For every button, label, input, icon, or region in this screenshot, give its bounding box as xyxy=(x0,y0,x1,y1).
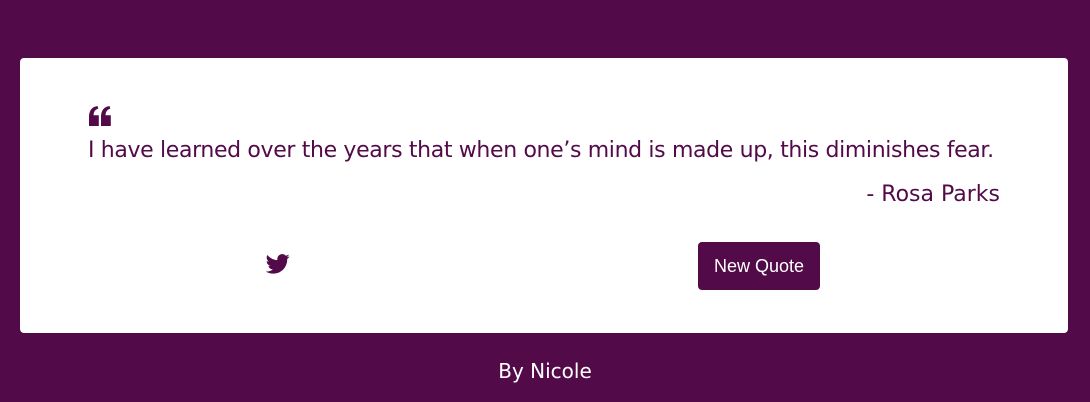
new-quote-button[interactable]: New Quote xyxy=(698,242,820,290)
quote-box: I have learned over the years that when … xyxy=(20,58,1068,333)
tweet-quote-button[interactable] xyxy=(265,253,290,275)
quote-left-icon xyxy=(89,106,111,126)
quote-text: I have learned over the years that when … xyxy=(88,138,994,163)
twitter-icon xyxy=(265,254,290,274)
quote-author: - Rosa Parks xyxy=(866,182,1000,207)
footer-credit: By Nicole xyxy=(498,359,592,383)
